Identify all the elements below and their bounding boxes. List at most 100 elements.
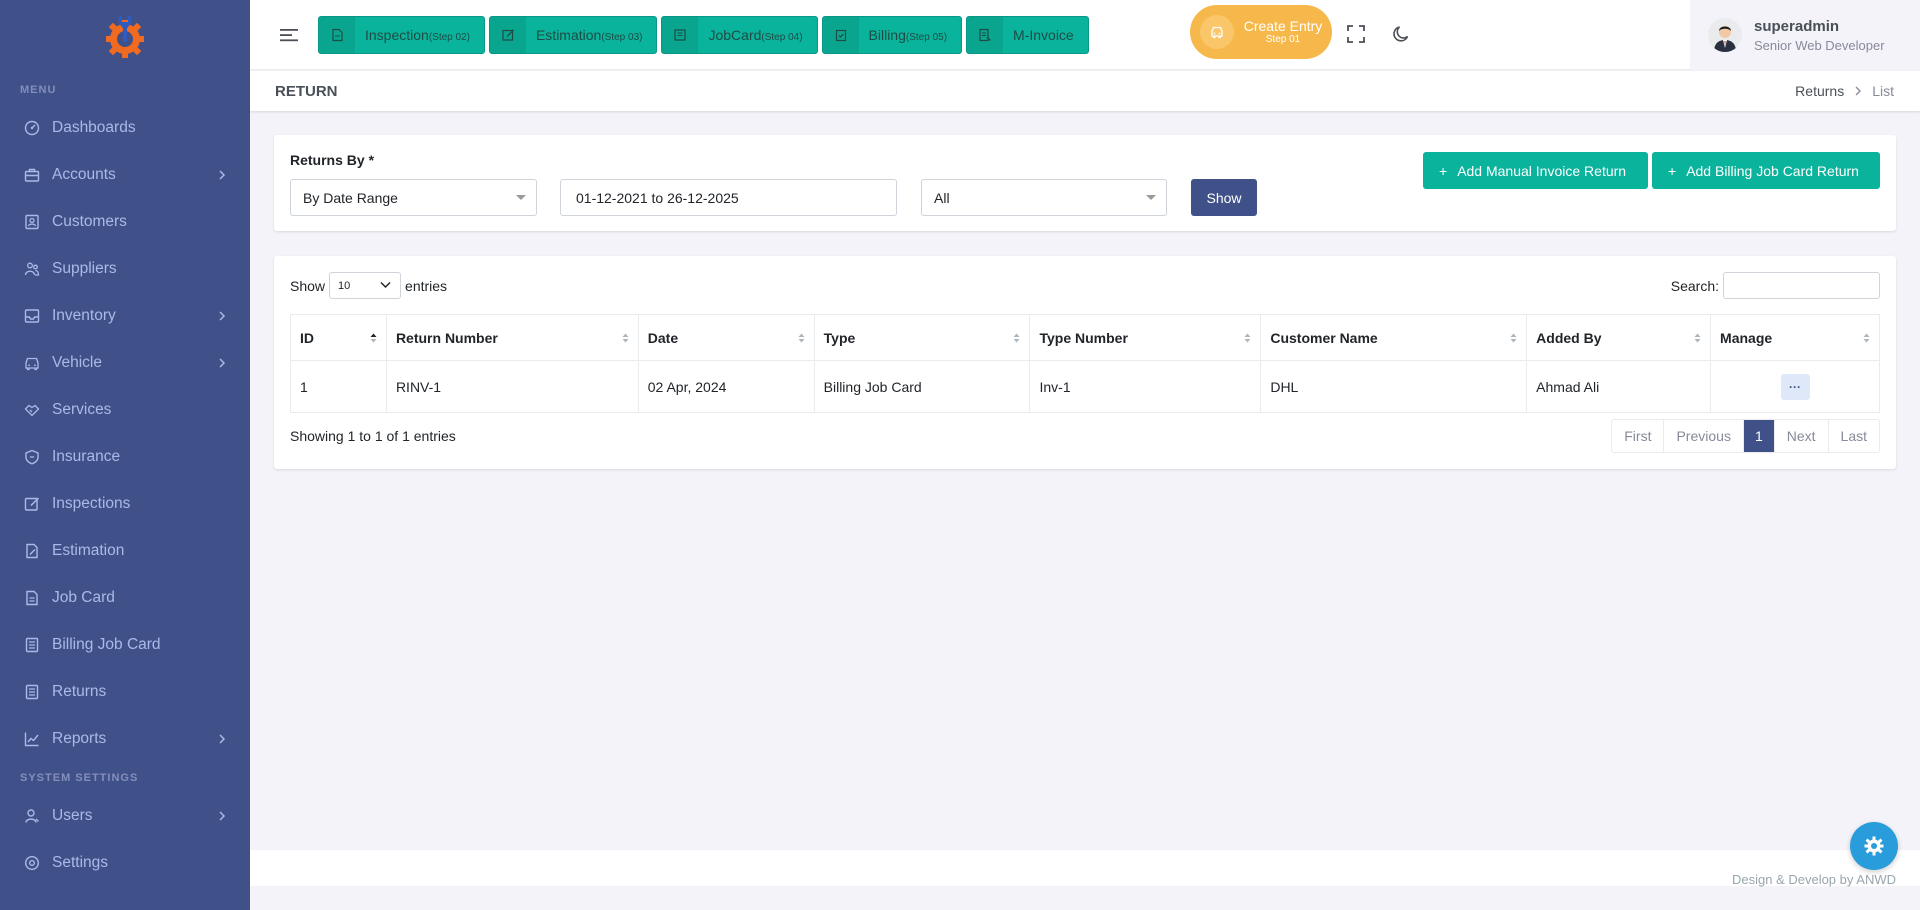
column-header-label: Added By [1536,329,1602,346]
page-length-control: Show 10 entries [290,272,447,299]
pagination: First Previous 1 Next Last [1611,419,1880,453]
breadcrumb-current: List [1872,83,1894,99]
returns-table: ID Return Number Date Type Type Number Custom… [290,314,1880,413]
step-button-label: JobCard [708,26,762,43]
caret-down-icon [1146,195,1156,200]
topbar: Inspection(Step 02) Estimation(Step 03) Jo… [250,0,1920,70]
column-header-date[interactable]: Date [637,314,815,361]
sidebar-item-label: Reports [52,729,107,747]
sidebar-item-services[interactable]: Services [0,386,250,433]
search-label: Search: [1670,277,1719,294]
car-icon [24,355,40,371]
sort-icon [798,333,805,343]
page-length-select[interactable]: 10 [329,272,402,299]
contact-icon [24,214,40,230]
cell-type-number: Inv-1 [1029,360,1262,413]
column-header-return-number[interactable]: Return Number [385,314,639,361]
add-manual-invoice-return-button[interactable]: + Add Manual Invoice Return [1423,152,1648,189]
edit-box-icon [24,496,40,512]
returns-table-card: Show 10 entries Search: ID Return Number D… [274,256,1896,469]
list-file-icon [24,637,40,653]
step-button-step: (Step 03) [601,31,643,43]
page-length-value: 10 [338,279,351,292]
chevron-right-icon [1855,86,1862,96]
date-range-input[interactable] [560,179,897,216]
column-header-label: Manage [1720,329,1773,346]
column-header-type[interactable]: Type [813,314,1031,361]
step-button-jobcard[interactable]: JobCard(Step 04) [661,15,818,54]
step-button-step: (Step 04) [761,31,803,43]
sidebar-item-customers[interactable]: Customers [0,198,250,245]
sidebar-item-job-card[interactable]: Job Card [0,574,250,621]
show-button[interactable]: Show [1191,179,1257,216]
sidebar-item-vehicle[interactable]: Vehicle [0,339,250,386]
sidebar-item-suppliers[interactable]: Suppliers [0,245,250,292]
column-header-label: Type [823,329,856,346]
step-button-m-invoice[interactable]: M-Invoice [966,15,1089,54]
sidebar-item-label: Dashboards [52,118,136,136]
pagination-first[interactable]: First [1612,420,1665,452]
column-header-customer-name[interactable]: Customer Name [1260,314,1528,361]
settings-fab-button[interactable] [1850,822,1898,870]
caret-down-icon [516,195,526,200]
sidebar-item-accounts[interactable]: Accounts [0,151,250,198]
pagination-last[interactable]: Last [1829,420,1879,452]
sidebar-item-label: Insurance [52,447,121,465]
step-button-estimation[interactable]: Estimation(Step 03) [488,15,658,54]
column-header-label: Customer Name [1270,329,1378,346]
sidebar-item-settings[interactable]: Settings [0,839,250,886]
add-billing-job-card-return-label: Add Billing Job Card Return [1686,162,1859,179]
type-value: All [934,189,950,206]
column-header-added-by[interactable]: Added By [1526,314,1712,361]
cell-date: 02 Apr, 2024 [637,360,815,413]
column-header-manage[interactable]: Manage [1710,314,1880,361]
sidebar-item-inventory[interactable]: Inventory [0,292,250,339]
sort-icon [1510,333,1517,343]
type-select[interactable]: All [921,179,1167,216]
logo[interactable] [0,0,250,72]
returns-by-select[interactable]: By Date Range [290,179,537,216]
sidebar-item-inspections[interactable]: Inspections [0,480,250,527]
step-button-label: Billing [868,26,906,43]
search-input[interactable] [1723,272,1880,299]
shield-icon [24,449,40,465]
chevron-right-icon [219,310,226,321]
sidebar-item-users[interactable]: Users [0,792,250,839]
step-button-step: (Step 02) [428,31,470,43]
sidebar-item-dashboards[interactable]: Dashboards [0,104,250,151]
create-entry-button[interactable]: Create Entry Step 01 [1190,5,1332,59]
table-row: 1 RINV-1 02 Apr, 2024 Billing Job Card Inv-1… [290,360,1880,413]
sidebar-item-billing-job-card[interactable]: Billing Job Card [0,621,250,668]
add-billing-job-card-return-button[interactable]: + Add Billing Job Card Return [1652,152,1880,189]
sidebar-item-label: Estimation [52,541,125,559]
column-header-type-number[interactable]: Type Number [1029,314,1262,361]
chevron-right-icon [219,357,226,368]
step-button-label: Estimation [535,26,602,43]
user-role: Senior Web Developer [1754,37,1885,53]
user-name: superadmin [1754,17,1840,35]
list-file-icon [24,684,40,700]
pagination-current[interactable]: 1 [1743,420,1775,452]
moon-icon[interactable] [1392,24,1412,44]
pagination-previous[interactable]: Previous [1664,420,1744,452]
column-header-id[interactable]: ID [290,314,387,361]
pagination-next[interactable]: Next [1775,420,1829,452]
sidebar-item-insurance[interactable]: Insurance [0,433,250,480]
row-actions-button[interactable]: ··· [1780,373,1810,400]
create-entry-step: Step 01 [1265,34,1301,46]
settings-icon [24,855,40,871]
sort-icon [1244,333,1251,343]
sidebar-item-estimation[interactable]: Estimation [0,527,250,574]
user-dropdown[interactable]: superadmin Senior Web Developer [1690,0,1920,70]
sidebar-item-returns[interactable]: Returns [0,668,250,715]
fullscreen-icon[interactable] [1346,24,1366,44]
breadcrumb-parent[interactable]: Returns [1795,83,1844,99]
sidebar-item-reports[interactable]: Reports [0,715,250,762]
hamburger-menu-icon[interactable] [278,24,300,46]
sidebar-item-label: Billing Job Card [52,635,161,653]
sidebar-item-label: Customers [52,212,127,230]
cell-id: 1 [290,360,387,413]
step-button-inspection[interactable]: Inspection(Step 02) [318,15,485,54]
step-button-billing[interactable]: Billing(Step 05) [821,15,963,54]
column-header-label: ID [300,329,314,346]
